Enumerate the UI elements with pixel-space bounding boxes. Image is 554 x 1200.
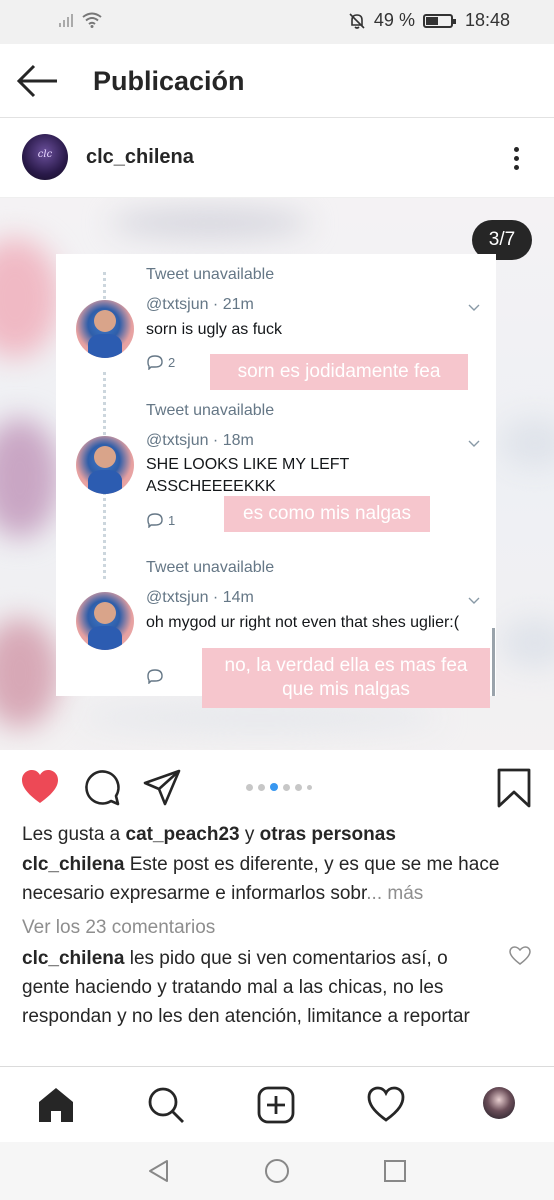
reply-bubble-icon [147,513,163,528]
reply-bubble-icon [147,355,163,370]
post-header: clc clc_chilena [0,118,554,198]
author-avatar[interactable]: clc [22,134,68,180]
scrollbar-thumb [492,628,495,696]
home-circle-icon[interactable] [264,1158,290,1184]
system-nav [0,1142,554,1200]
back-triangle-icon[interactable] [146,1158,172,1184]
wifi-icon [82,12,102,28]
author-username[interactable]: clc_chilena [86,146,194,169]
tweet-reply: 1 [146,512,175,528]
status-bar: 49 % 18:48 [0,0,554,44]
recents-square-icon[interactable] [382,1158,408,1184]
tweet-unavailable-label: Tweet unavailable [146,266,275,283]
view-comments-link[interactable]: Ver los 23 comentarios [22,913,532,942]
likes-joiner: y [239,824,260,845]
carousel-dot [258,783,265,791]
tweet-text: sorn is ugly as fuck [146,321,283,338]
tweet-screenshot: Tweet unavailable @txtsjun · 21m sorn is… [56,254,496,696]
add-post-icon[interactable] [256,1085,296,1125]
chevron-down-icon [468,304,480,311]
search-icon[interactable] [146,1085,186,1125]
carousel-indicator [246,783,312,791]
reply-count: 1 [168,512,176,528]
status-left [58,12,102,28]
mute-icon [349,12,365,29]
reply-count: 2 [168,354,176,370]
tweet-meta: @txtsjun · 14m [146,589,254,606]
tweet-meta: @txtsjun · 21m [146,296,254,313]
comment-user[interactable]: clc_chilena [22,948,124,969]
comment-like-icon[interactable] [509,946,531,966]
post-media[interactable]: 3/7 Tweet unavailable @txtsjun · 21m sor… [0,198,554,750]
caption-ellipsis: ... [366,883,388,904]
carousel-dot [295,783,302,791]
thread-line [103,552,106,580]
battery-percent: 49 % [373,10,415,30]
clock: 18:48 [464,10,510,30]
caption-more-link[interactable]: más [387,883,423,904]
comment: clc_chilena les pido que si ven comentar… [22,944,500,1031]
tweet-avatar [76,436,134,494]
likes-user[interactable]: cat_peach23 [126,824,240,845]
tweet-unavailable-label: Tweet unavailable [146,402,275,419]
page-title: Publicación [93,66,245,96]
carousel-dot [246,783,253,791]
tweet-text: SHE LOOKS LIKE MY LEFT ASSCHEEEEKKK [146,456,350,495]
profile-avatar[interactable] [483,1087,515,1119]
chevron-down-icon [468,440,480,447]
tweet-reply: 2 [146,354,175,370]
arrow-left-icon[interactable] [16,64,60,98]
chevron-down-icon [468,597,480,604]
tweet-meta: @txtsjun · 18m [146,432,254,449]
more-vertical-icon[interactable] [508,144,524,176]
tweet-unavailable-label: Tweet unavailable [146,559,275,576]
heart-filled-icon[interactable] [20,768,60,808]
likes-prefix: Les gusta a [22,824,126,845]
share-icon[interactable] [142,768,182,808]
battery-level [425,16,438,25]
likes-line: Les gusta a cat_peach23 y otras personas [22,820,532,849]
translation-overlay: sorn es jodidamente fea [210,354,468,390]
caption-user[interactable]: clc_chilena [22,854,124,875]
translation-overlay: no, la verdad ella es mas fea que mis na… [202,648,490,708]
reply-bubble-icon [147,669,163,684]
carousel-dot [270,783,278,791]
post-caption: clc_chilena Este post es diferente, y es… [22,850,532,908]
avatar-text: clc [37,149,53,160]
battery-icon [422,13,456,28]
bookmark-icon[interactable] [494,768,534,808]
translation-overlay: es como mis nalgas [224,496,430,532]
app-bar: Publicación [0,44,554,118]
activity-heart-icon[interactable] [366,1085,406,1125]
tweet-avatar [76,300,134,358]
tweet-avatar [76,592,134,650]
bottom-nav [0,1066,554,1142]
home-icon[interactable] [36,1085,76,1125]
tweet-text: oh mygod ur right not even that shes ugl… [146,614,460,631]
comment-icon[interactable] [82,768,122,808]
post-actions [0,750,554,824]
carousel-dot [307,784,312,790]
likes-rest[interactable]: otras personas [260,824,396,845]
tweet-reply [146,668,164,684]
carousel-dot [283,783,290,791]
signal-icon [59,14,73,27]
status-right: 49 % 18:48 [348,10,510,31]
